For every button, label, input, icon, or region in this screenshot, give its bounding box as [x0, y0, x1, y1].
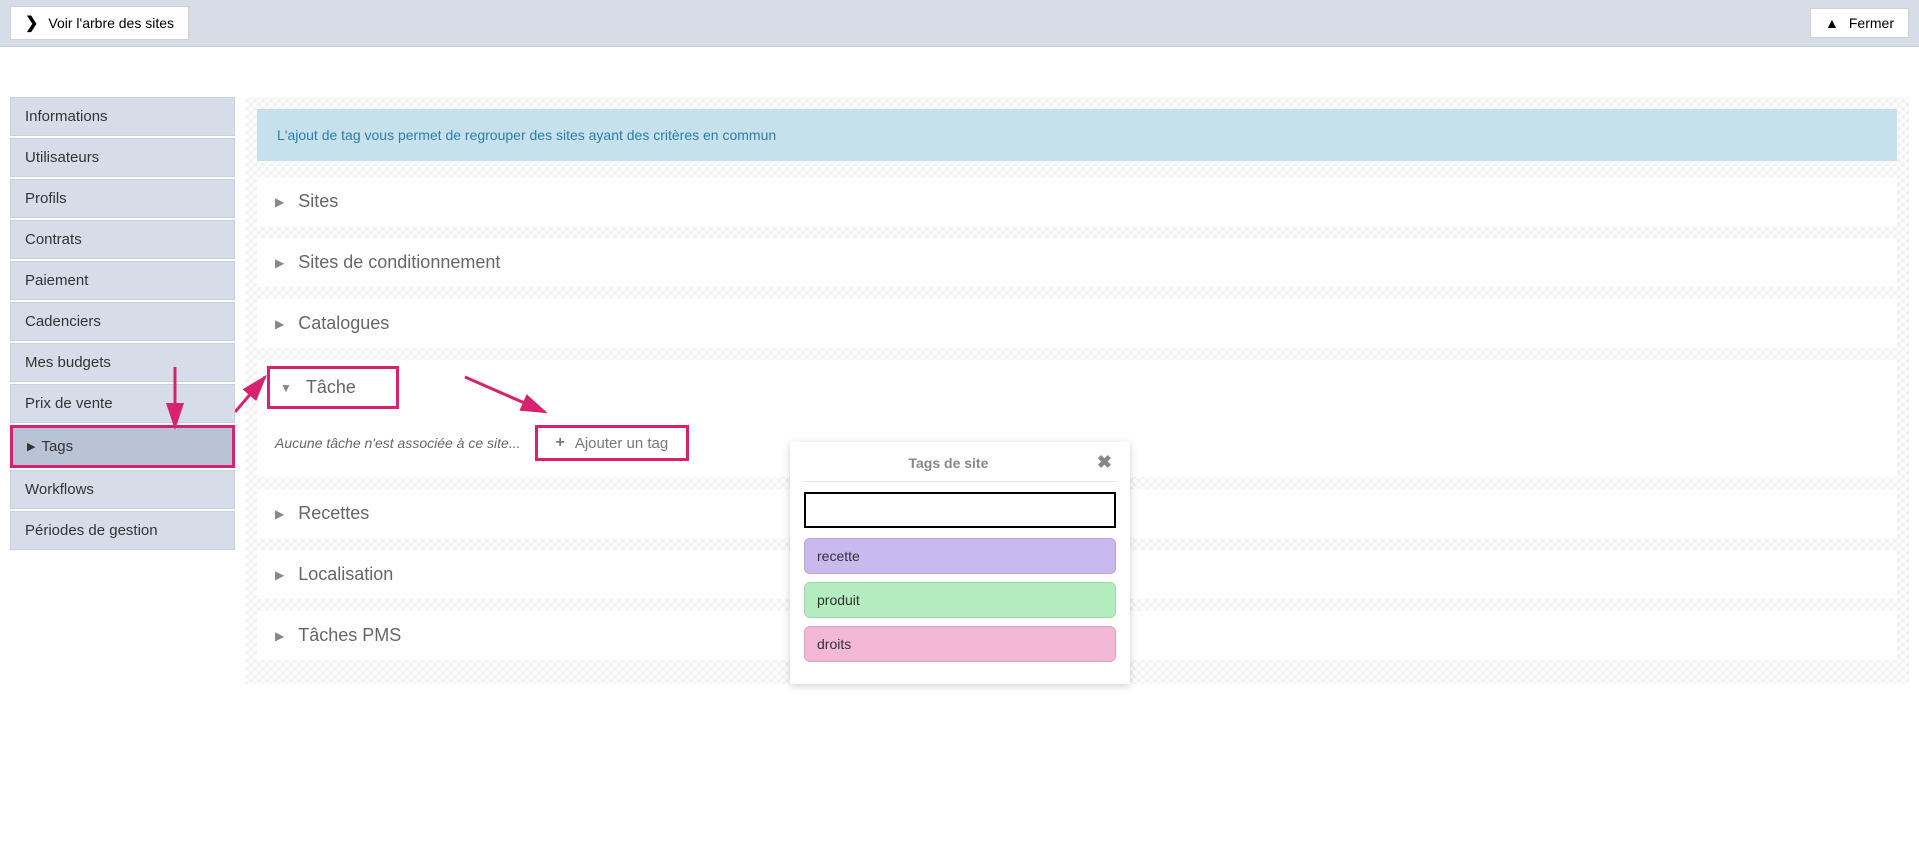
popup-title: Tags de site	[804, 455, 1093, 471]
tag-option-produit[interactable]: produit	[804, 582, 1116, 618]
caret-right-icon: ▶	[275, 507, 284, 521]
tag-option-droits[interactable]: droits	[804, 626, 1116, 662]
popup-header: Tags de site ✖	[804, 452, 1116, 482]
section-label: Catalogues	[298, 313, 389, 334]
caret-down-icon: ▼	[280, 381, 292, 395]
section-label: Recettes	[298, 503, 369, 524]
sidebar-item-label: Paiement	[25, 272, 88, 289]
tag-label: droits	[817, 636, 851, 652]
sidebar-item-workflows[interactable]: Workflows	[10, 470, 235, 509]
sidebar-item-mes-budgets[interactable]: Mes budgets	[10, 343, 235, 382]
sidebar-item-informations[interactable]: Informations	[10, 97, 235, 136]
sidebar-item-tags[interactable]: ▶ Tags	[10, 425, 235, 468]
view-tree-label: Voir l'arbre des sites	[48, 15, 174, 31]
section-label: Localisation	[298, 564, 393, 585]
sidebar-item-label: Contrats	[25, 231, 82, 248]
close-button[interactable]: ▲ Fermer	[1810, 8, 1909, 38]
info-banner: L'ajout de tag vous permet de regrouper …	[257, 109, 1897, 161]
sidebar-item-label: Périodes de gestion	[25, 522, 158, 539]
section-catalogues[interactable]: ▶ Catalogues	[257, 299, 1897, 348]
section-label: Sites	[298, 191, 338, 212]
sidebar-item-label: Profils	[25, 190, 67, 207]
close-label: Fermer	[1849, 15, 1894, 31]
main-layout: Informations Utilisateurs Profils Contra…	[0, 87, 1919, 694]
tag-label: produit	[817, 592, 860, 608]
caret-right-icon: ▶	[275, 195, 284, 209]
section-tache[interactable]: ▼ Tâche	[257, 360, 1897, 415]
empty-message: Aucune tâche n'est associée à ce site...	[275, 435, 521, 451]
view-tree-button[interactable]: ❯ Voir l'arbre des sites	[10, 6, 189, 40]
caret-right-icon: ▶	[275, 256, 284, 270]
sidebar-item-periodes-gestion[interactable]: Périodes de gestion	[10, 511, 235, 550]
tag-option-recette[interactable]: recette	[804, 538, 1116, 574]
sidebar-item-label: Tags	[41, 438, 73, 455]
chevron-right-icon: ❯	[25, 13, 38, 33]
sidebar-item-prix-de-vente[interactable]: Prix de vente	[10, 384, 235, 423]
info-banner-text: L'ajout de tag vous permet de regrouper …	[277, 127, 776, 143]
sidebar-item-paiement[interactable]: Paiement	[10, 261, 235, 300]
tag-label: recette	[817, 548, 860, 564]
sidebar-item-label: Prix de vente	[25, 395, 113, 412]
sidebar-item-label: Utilisateurs	[25, 149, 99, 166]
sidebar-item-label: Mes budgets	[25, 354, 111, 371]
sidebar-item-label: Cadenciers	[25, 313, 101, 330]
sidebar-item-profils[interactable]: Profils	[10, 179, 235, 218]
section-sites-conditionnement[interactable]: ▶ Sites de conditionnement	[257, 238, 1897, 287]
caret-right-icon: ▶	[27, 440, 35, 453]
top-bar: ❯ Voir l'arbre des sites ▲ Fermer	[0, 0, 1919, 47]
content-area: L'ajout de tag vous permet de regrouper …	[245, 97, 1909, 684]
sidebar-item-cadenciers[interactable]: Cadenciers	[10, 302, 235, 341]
sidebar-item-contrats[interactable]: Contrats	[10, 220, 235, 259]
close-icon[interactable]: ✖	[1093, 452, 1116, 473]
tag-search-input[interactable]	[804, 492, 1116, 528]
sidebar-item-utilisateurs[interactable]: Utilisateurs	[10, 138, 235, 177]
add-tag-label: Ajouter un tag	[575, 435, 668, 452]
chevron-up-icon: ▲	[1825, 15, 1839, 31]
sidebar-item-label: Informations	[25, 108, 108, 125]
section-sites[interactable]: ▶ Sites	[257, 177, 1897, 226]
section-label: Sites de conditionnement	[298, 252, 500, 273]
sidebar-item-label: Workflows	[25, 481, 94, 498]
add-tag-button[interactable]: + Ajouter un tag	[535, 425, 690, 461]
plus-icon: +	[556, 434, 565, 452]
caret-right-icon: ▶	[275, 629, 284, 643]
tags-popup: Tags de site ✖ recette produit droits	[790, 442, 1130, 684]
caret-right-icon: ▶	[275, 317, 284, 331]
caret-right-icon: ▶	[275, 568, 284, 582]
section-label: Tâches PMS	[298, 625, 401, 646]
section-label: Tâche	[306, 377, 356, 398]
sidebar: Informations Utilisateurs Profils Contra…	[10, 97, 235, 684]
